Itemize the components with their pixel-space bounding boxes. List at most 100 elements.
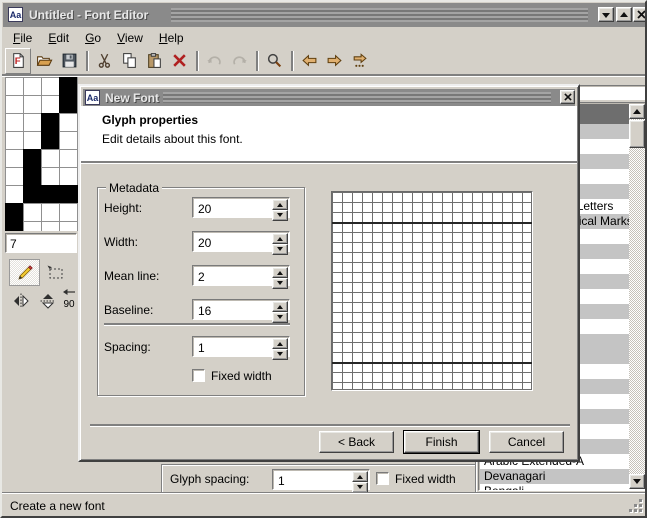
- mean-line-down-button[interactable]: [272, 278, 288, 289]
- height-input[interactable]: [194, 199, 276, 218]
- toolbar-copy-button[interactable]: [117, 49, 141, 73]
- glyph-spacing-input[interactable]: [274, 471, 356, 490]
- toolbar-paste-button[interactable]: [142, 49, 166, 73]
- flip-vertical-button[interactable]: [36, 290, 59, 311]
- menu-edit[interactable]: Edit: [40, 30, 77, 46]
- spacing-up-button[interactable]: [272, 338, 288, 349]
- rotate-90-label: 90: [60, 300, 78, 310]
- width-up-button[interactable]: [272, 233, 288, 244]
- scroll-down-icon: [633, 479, 641, 488]
- glyph-pixel[interactable]: [59, 185, 77, 203]
- spacing-spinner: [192, 336, 290, 357]
- delete-icon: [171, 52, 188, 69]
- baseline-down-button[interactable]: [272, 312, 288, 323]
- back-button[interactable]: < Back: [319, 431, 394, 453]
- width-spinner: [192, 231, 290, 252]
- dialog-icon: Aa: [85, 90, 100, 105]
- scrollbar-track[interactable]: [629, 104, 645, 489]
- forward-icon: [326, 52, 343, 69]
- metadata-group-label: Metadata: [106, 181, 162, 195]
- fixed-width-checkbox-main[interactable]: [376, 472, 389, 485]
- rotate-90-button[interactable]: 90: [60, 288, 78, 312]
- height-label: Height:: [104, 201, 142, 215]
- scroll-down-button[interactable]: [629, 474, 645, 489]
- glyph-pixel[interactable]: [5, 203, 23, 221]
- menu-help[interactable]: Help: [151, 30, 192, 46]
- glyph-pixel[interactable]: [59, 77, 77, 95]
- dialog-header-divider: [81, 161, 577, 163]
- minimize-button[interactable]: [598, 7, 614, 22]
- toolbar-zoom-button[interactable]: [262, 49, 286, 73]
- glyph-pixel[interactable]: [5, 221, 23, 231]
- toolbar-open-button[interactable]: [32, 49, 56, 73]
- glyph-pixel[interactable]: [23, 149, 41, 167]
- menu-view[interactable]: View: [109, 30, 151, 46]
- scroll-up-button[interactable]: [629, 104, 645, 119]
- paste-icon: [146, 52, 163, 69]
- cut-icon: [96, 52, 113, 69]
- cancel-button[interactable]: Cancel: [489, 431, 564, 453]
- mean-line-up-button[interactable]: [272, 267, 288, 278]
- glyph-pixel[interactable]: [41, 131, 59, 149]
- goto-glyph-icon: [351, 52, 368, 69]
- height-down-button[interactable]: [272, 210, 288, 221]
- flip-horizontal-button[interactable]: [9, 290, 32, 311]
- toolbar-back-button[interactable]: [297, 49, 321, 73]
- toolbar-save-button[interactable]: [57, 49, 81, 73]
- toolbar-goto-glyph-button[interactable]: [347, 49, 371, 73]
- width-down-button[interactable]: [272, 244, 288, 255]
- close-icon: [637, 10, 646, 19]
- glyph-edit-canvas[interactable]: [5, 77, 78, 231]
- glyph-pixel[interactable]: [41, 113, 59, 131]
- dialog-title: New Font: [105, 91, 159, 105]
- resize-grip[interactable]: [628, 499, 644, 513]
- toolbar-undo-button[interactable]: [202, 49, 226, 73]
- mean-line-input[interactable]: [194, 267, 276, 286]
- list-scrollbar[interactable]: [629, 104, 645, 489]
- block-list-item[interactable]: Bengali: [480, 484, 631, 490]
- maximize-button[interactable]: [616, 7, 632, 22]
- toolbar-separator: [196, 51, 198, 71]
- glyph-code-input[interactable]: [7, 235, 76, 253]
- pencil-tool-button[interactable]: [9, 259, 40, 286]
- select-tool-button[interactable]: [42, 259, 67, 286]
- finish-button[interactable]: Finish: [404, 431, 479, 453]
- toolbar-separator: [291, 51, 293, 71]
- toolbar-new-font-button[interactable]: F: [5, 48, 31, 74]
- spacing-down-button[interactable]: [272, 349, 288, 360]
- zoom-icon: [266, 52, 283, 69]
- glyph-code-box: [5, 233, 77, 253]
- baseline-up-button[interactable]: [272, 301, 288, 312]
- fixed-width-checkbox[interactable]: [192, 369, 205, 382]
- toolbar-separator: [256, 51, 258, 71]
- menu-file[interactable]: File: [5, 30, 40, 46]
- dialog-close-button[interactable]: [560, 90, 575, 104]
- marquee-select-icon: [45, 263, 65, 283]
- glyph-pixel[interactable]: [59, 95, 77, 113]
- block-list-item[interactable]: Devanagari: [480, 469, 631, 484]
- spacing-input[interactable]: [194, 338, 276, 357]
- glyph-pixel[interactable]: [23, 167, 41, 185]
- toolbar-forward-button[interactable]: [322, 49, 346, 73]
- minimize-icon: [602, 13, 610, 22]
- height-spinner: [192, 197, 290, 218]
- baseline-label: Baseline:: [104, 303, 153, 317]
- toolbar-redo-button[interactable]: [227, 49, 251, 73]
- close-button[interactable]: [633, 7, 646, 22]
- glyph-pixel[interactable]: [41, 185, 59, 203]
- glyph-spacing-up-button[interactable]: [352, 471, 368, 482]
- back-icon: [301, 52, 318, 69]
- scrollbar-thumb[interactable]: [629, 120, 645, 148]
- height-up-button[interactable]: [272, 199, 288, 210]
- glyph-pixel[interactable]: [23, 185, 41, 203]
- app-icon: Aa: [8, 7, 23, 22]
- toolbar-delete-button[interactable]: [167, 49, 191, 73]
- menu-go[interactable]: Go: [77, 30, 109, 46]
- dialog-titlebar[interactable]: Aa New Font: [83, 89, 575, 106]
- width-input[interactable]: [194, 233, 276, 252]
- rotate-arrow-icon: [62, 288, 76, 297]
- window-titlebar[interactable]: Aa Untitled - Font Editor: [3, 3, 646, 27]
- toolbar-cut-button[interactable]: [92, 49, 116, 73]
- baseline-input[interactable]: [194, 301, 276, 320]
- baseline-spinner: [192, 299, 290, 320]
